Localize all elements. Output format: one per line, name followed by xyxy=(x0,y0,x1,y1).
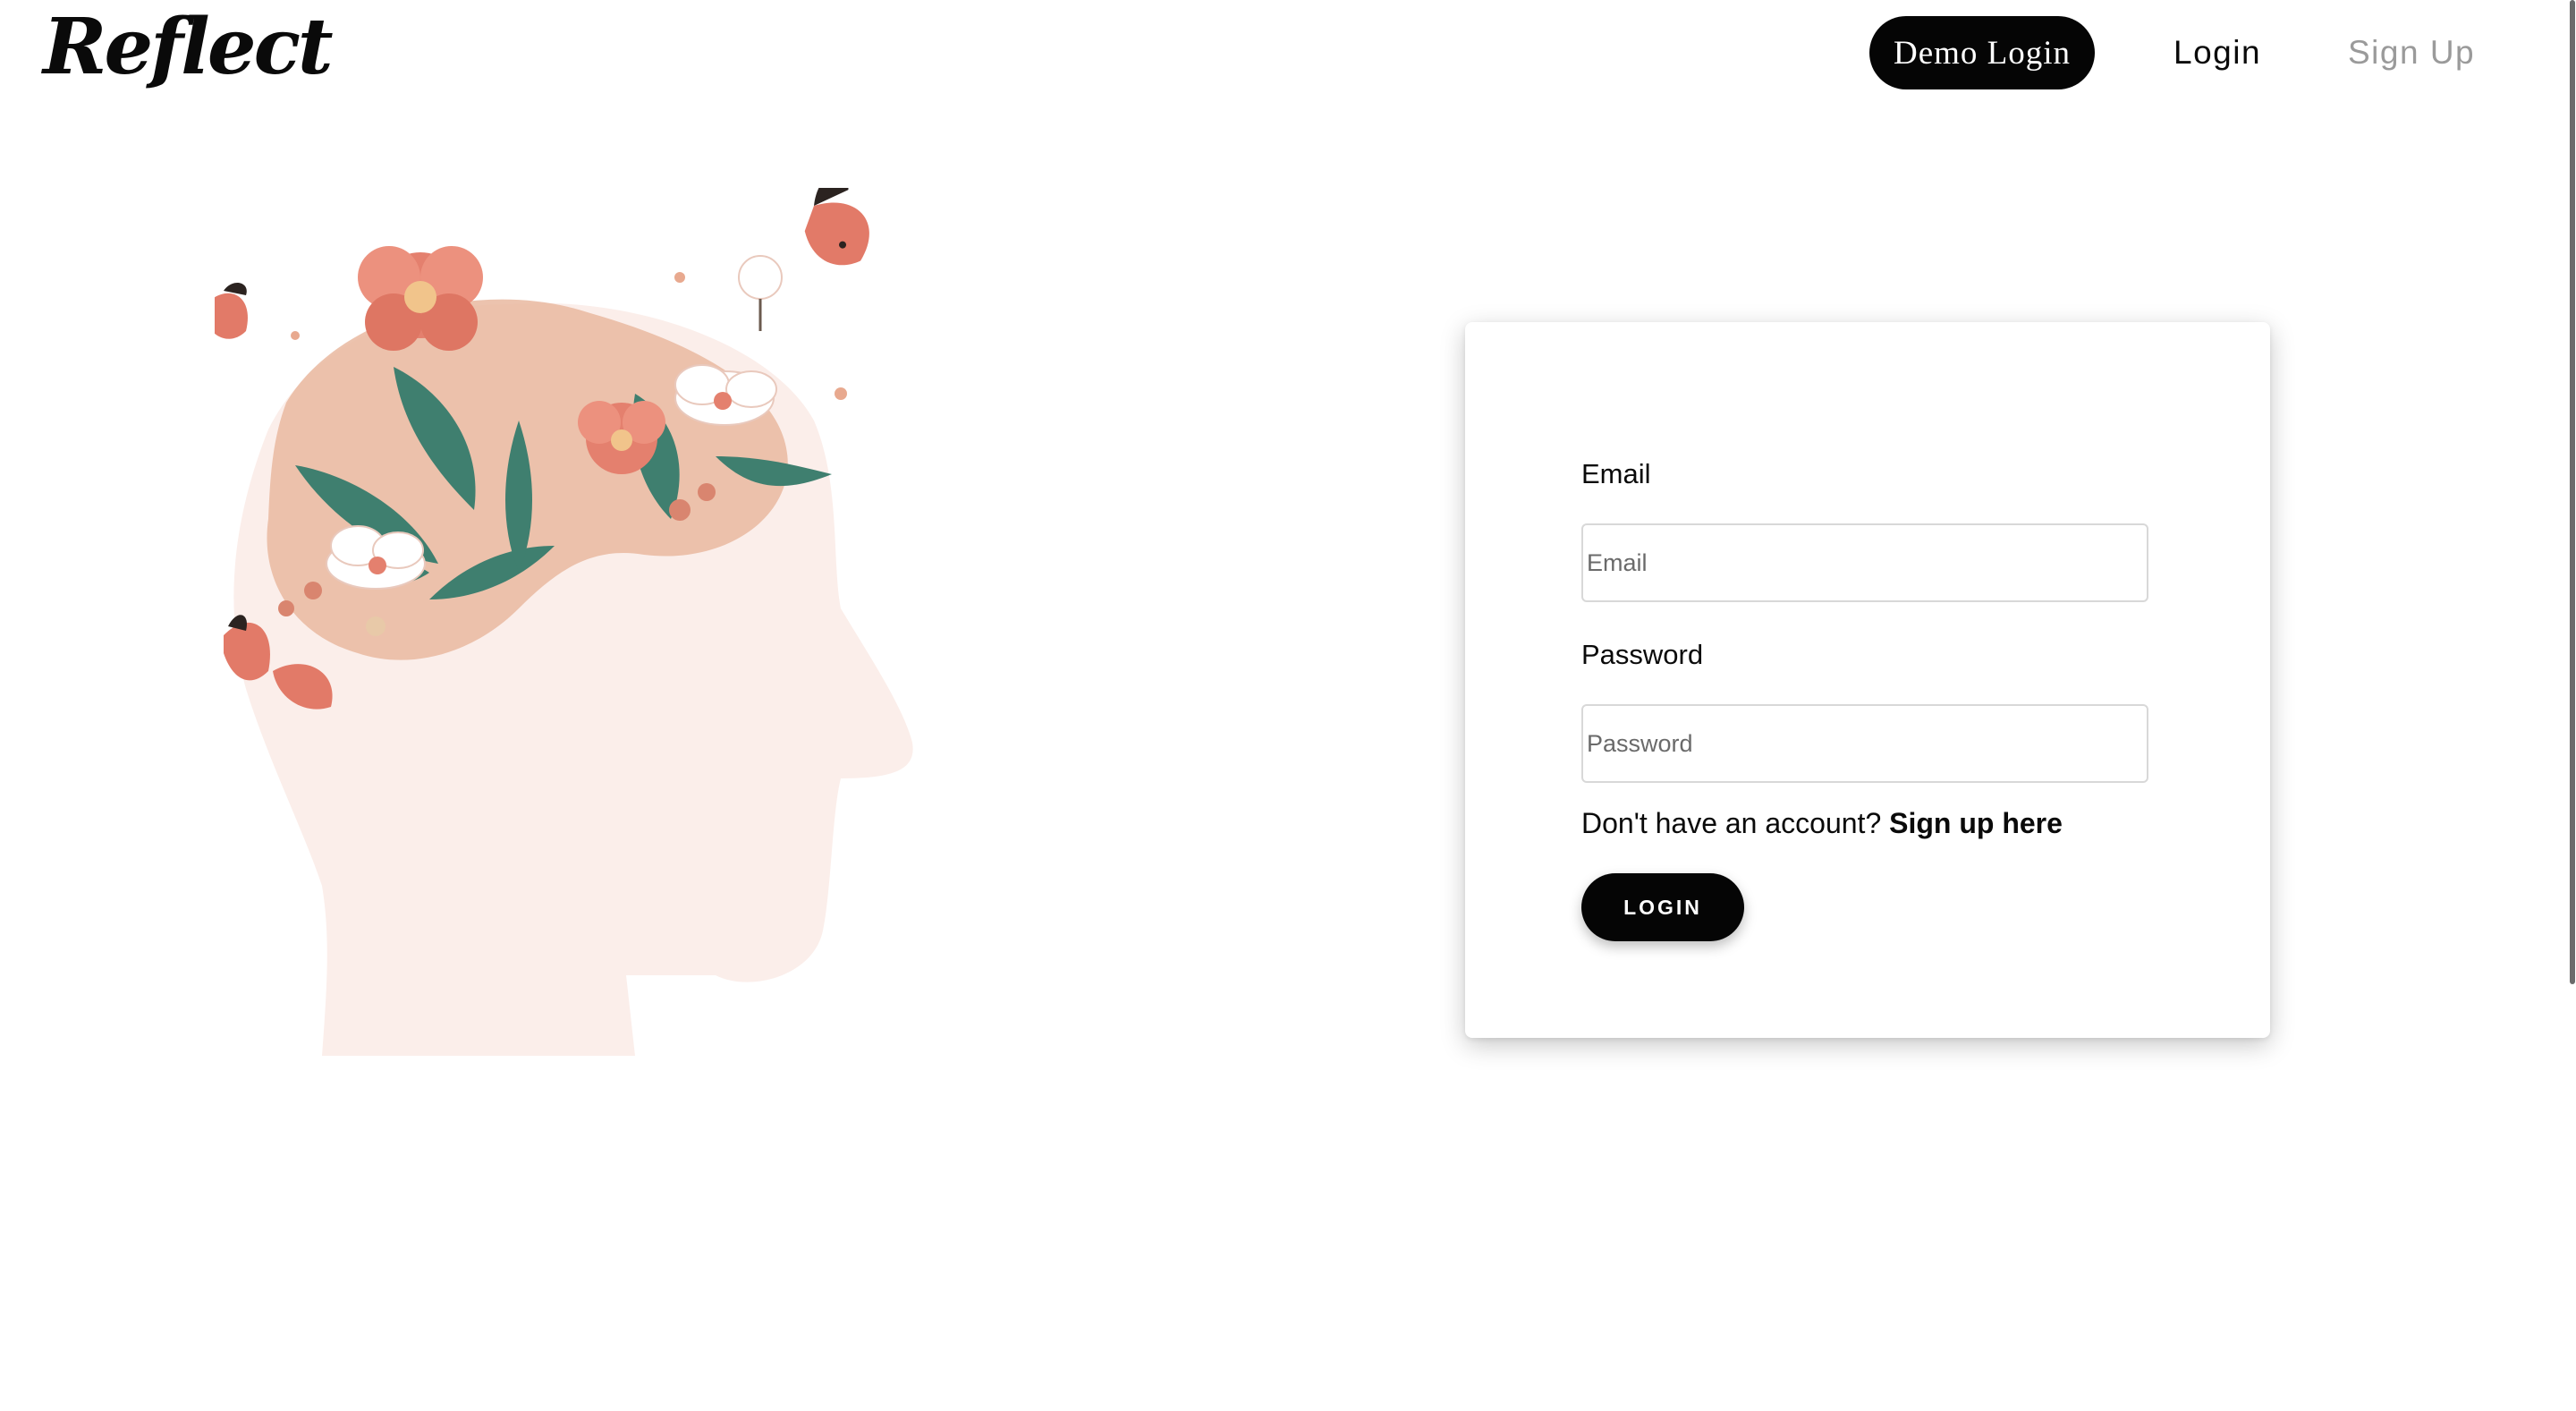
password-input[interactable] xyxy=(1581,704,2148,783)
password-label: Password xyxy=(1581,639,1704,670)
head-with-flowers-and-butterflies-illustration xyxy=(215,188,913,1056)
signup-prompt-row: Don't have an account? Sign up here xyxy=(1581,807,2063,840)
white-flower-right xyxy=(674,364,777,426)
butterfly-top-right xyxy=(804,188,869,266)
login-card: Email Password Don't have an account? Si… xyxy=(1465,322,2270,1038)
scrollbar-thumb[interactable] xyxy=(2570,0,2575,984)
signup-link[interactable]: Sign up here xyxy=(1889,807,2063,839)
nav-login-link[interactable]: Login xyxy=(2174,25,2261,81)
app-logo[interactable]: Reflect xyxy=(43,4,334,90)
login-submit-button[interactable]: LOGIN xyxy=(1581,873,1744,941)
white-flower-left xyxy=(326,525,426,590)
nav-signup-link[interactable]: Sign Up xyxy=(2348,25,2475,81)
signup-prompt-text: Don't have an account? xyxy=(1581,807,1890,839)
coral-flower-large xyxy=(358,246,483,351)
butterfly-top-left xyxy=(215,282,248,339)
email-input[interactable] xyxy=(1581,523,2148,602)
demo-login-button[interactable]: Demo Login xyxy=(1869,16,2095,89)
cotton-flower xyxy=(738,255,783,331)
email-label: Email xyxy=(1581,458,1651,489)
